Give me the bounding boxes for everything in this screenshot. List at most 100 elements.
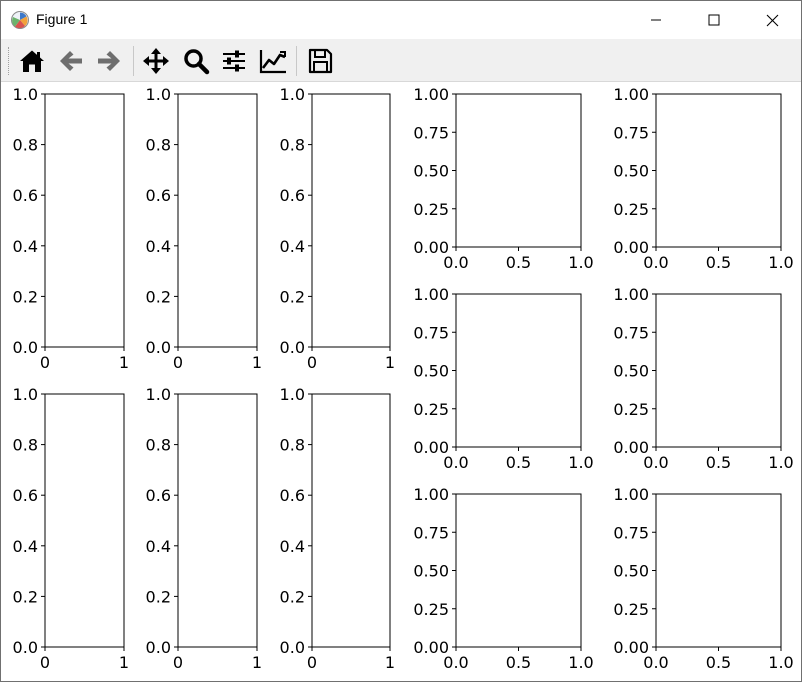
y-tick-label: 0.8 [13, 436, 38, 455]
y-tick-label: 0.4 [13, 237, 38, 256]
x-tick-label: 0 [40, 353, 50, 372]
toolbar-separator [296, 46, 297, 76]
save-button[interactable] [303, 44, 337, 78]
y-tick-label: 1.0 [280, 85, 305, 104]
x-tick-label: 0.5 [706, 253, 731, 272]
y-tick-label: 0.4 [280, 537, 305, 556]
maximize-button[interactable] [685, 1, 743, 39]
y-tick-label: 0.75 [413, 523, 449, 542]
y-tick-label: 0.00 [413, 238, 449, 257]
x-tick-label: 0 [40, 653, 50, 672]
zoom-button[interactable] [179, 44, 213, 78]
edit-axes-button[interactable] [256, 44, 290, 78]
y-tick-label: 1.00 [613, 485, 649, 504]
y-tick-label: 0.2 [13, 287, 38, 306]
subplot-10: 0.0 0.5 1.00.000.250.500.751.00 [613, 285, 793, 472]
y-tick-label: 0.00 [613, 238, 649, 257]
subplot-1: 0 1 0.0 0.2 0.4 0.6 0.8 1.0 [13, 85, 130, 372]
x-tick-label: 1.0 [568, 653, 593, 672]
line-chart-icon [259, 50, 286, 74]
matplotlib-logo-icon [10, 10, 30, 30]
y-tick-label: 0.50 [413, 562, 449, 581]
home-icon [20, 50, 44, 72]
x-tick-label: 0 [307, 653, 317, 672]
minimize-button[interactable] [627, 1, 685, 39]
y-tick-label: 0.25 [613, 200, 649, 219]
x-tick-label: 1 [119, 653, 129, 672]
y-tick-label: 1.00 [613, 285, 649, 304]
x-tick-label: 0 [173, 653, 183, 672]
minimize-icon [651, 19, 661, 21]
y-tick-label: 0.2 [146, 587, 171, 606]
x-tick-label: 1.0 [768, 253, 793, 272]
axes-frame [655, 493, 782, 648]
y-tick-label: 0.25 [413, 600, 449, 619]
y-tick-label: 0.00 [413, 438, 449, 457]
y-tick-label: 0.4 [280, 237, 305, 256]
y-tick-label: 0.0 [280, 638, 305, 657]
y-tick-label: 0.6 [280, 186, 305, 205]
axes-frame [44, 93, 125, 348]
figure-canvas[interactable]: 0 1 0.0 0.2 0.4 0.6 0.8 1.0 0 1 0.0 0.2 0.4 0.6 0.8 1.0… [1, 82, 801, 681]
x-tick-label: 1.0 [768, 453, 793, 472]
y-tick-label: 0.6 [280, 486, 305, 505]
y-tick-label: 0.75 [613, 123, 649, 142]
axes-frame [311, 393, 391, 648]
y-tick-label: 0.75 [413, 123, 449, 142]
subplot-6: 0 1 0.0 0.2 0.4 0.6 0.8 1.0 [280, 385, 396, 672]
axes-frame [655, 93, 782, 248]
x-tick-label: 1 [252, 653, 262, 672]
x-tick-label: 0 [307, 353, 317, 372]
axes-frame [177, 393, 258, 648]
close-button[interactable] [743, 1, 801, 39]
back-button[interactable] [54, 44, 88, 78]
y-tick-label: 0.75 [613, 523, 649, 542]
x-tick-label: 1 [252, 353, 262, 372]
y-tick-label: 0.0 [146, 338, 171, 357]
x-tick-label: 0.5 [506, 453, 531, 472]
y-tick-label: 0.00 [613, 638, 649, 657]
y-tick-label: 1.00 [613, 85, 649, 104]
x-tick-label: 1 [385, 353, 395, 372]
y-tick-label: 1.00 [413, 85, 449, 104]
y-tick-label: 1.00 [413, 485, 449, 504]
y-tick-label: 0.8 [13, 136, 38, 155]
toolbar-separator [133, 46, 134, 76]
axes-frame [455, 293, 582, 448]
title-bar[interactable]: Figure 1 [1, 1, 801, 39]
figure-window: Figure 1 0 1 0.0 0.2 0.4 0.6 0.8 1.0 0 1… [0, 0, 802, 682]
home-button[interactable] [15, 44, 49, 78]
y-tick-label: 0.8 [146, 436, 171, 455]
y-tick-label: 0.2 [146, 287, 171, 306]
y-tick-label: 1.0 [146, 85, 171, 104]
y-tick-label: 1.0 [280, 385, 305, 404]
x-tick-label: 0.5 [506, 253, 531, 272]
y-tick-label: 1.0 [13, 385, 38, 404]
subplot-11: 0.0 0.5 1.00.000.250.500.751.00 [413, 485, 593, 672]
pan-button[interactable] [139, 44, 173, 78]
forward-button[interactable] [92, 44, 126, 78]
toolbar-grip [8, 47, 11, 75]
x-tick-label: 1.0 [568, 453, 593, 472]
x-tick-label: 1 [119, 353, 129, 372]
subplot-4: 0 1 0.0 0.2 0.4 0.6 0.8 1.0 [13, 385, 130, 672]
y-tick-label: 0.8 [146, 136, 171, 155]
subplot-8: 0.0 0.5 1.00.000.250.500.751.00 [613, 85, 793, 272]
y-tick-label: 0.50 [413, 162, 449, 181]
x-tick-label: 0.5 [506, 653, 531, 672]
y-tick-label: 0.8 [280, 436, 305, 455]
close-icon [766, 14, 778, 26]
floppy-disk-icon [308, 48, 333, 74]
y-tick-label: 0.8 [280, 136, 305, 155]
y-tick-label: 0.0 [280, 338, 305, 357]
y-tick-label: 0.2 [280, 587, 305, 606]
subplot-12: 0.0 0.5 1.00.000.250.500.751.00 [613, 485, 793, 672]
axes-frame [311, 93, 391, 348]
y-tick-label: 1.0 [146, 385, 171, 404]
x-tick-label: 0.5 [706, 453, 731, 472]
y-tick-label: 0.0 [146, 638, 171, 657]
axes-frame [455, 93, 582, 248]
magnifier-icon [184, 49, 210, 75]
configure-subplots-button[interactable] [217, 44, 251, 78]
y-tick-label: 0.25 [413, 400, 449, 419]
